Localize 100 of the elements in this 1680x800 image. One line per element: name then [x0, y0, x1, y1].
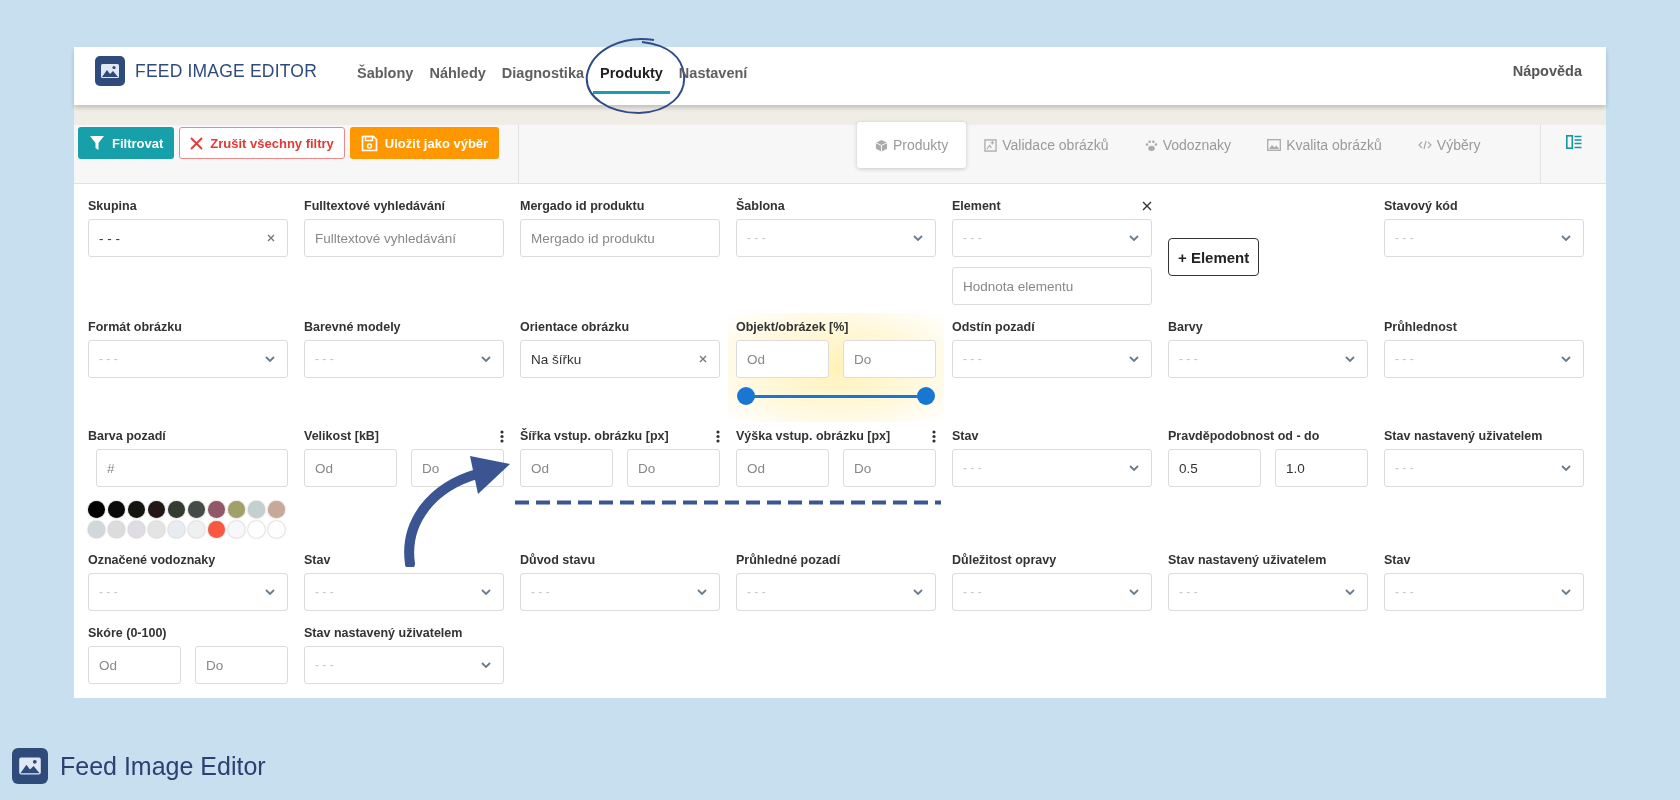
text-field[interactable]: 0.5 [1168, 449, 1261, 487]
color-swatch[interactable] [128, 501, 145, 518]
select-field[interactable]: - - - [1384, 340, 1584, 378]
app-name: Feed Image Editor [60, 751, 266, 781]
select-field[interactable]: - - - [952, 219, 1152, 257]
tab[interactable]: Produkty [857, 122, 967, 168]
select-field[interactable]: - - - [1384, 449, 1584, 487]
panel-toggle-icon[interactable] [1565, 135, 1582, 149]
tab[interactable]: Kvalita obrázků [1249, 122, 1400, 168]
tab[interactable]: Výběry [1399, 122, 1499, 168]
text-field[interactable]: Od [736, 449, 829, 487]
select-field[interactable]: - - - [520, 573, 720, 611]
select-field[interactable]: - - - [88, 340, 288, 378]
color-swatch[interactable] [208, 501, 225, 518]
color-swatch[interactable] [128, 521, 145, 538]
select-field[interactable]: - - - [88, 219, 288, 257]
color-swatch[interactable] [188, 521, 205, 538]
nav-link[interactable]: Náhledy [422, 58, 493, 94]
field-label: Důvod stavu [520, 553, 595, 567]
tab[interactable]: Validace obrázků [966, 122, 1127, 168]
color-swatch[interactable] [148, 501, 165, 518]
chevron-down-icon [1345, 588, 1355, 596]
text-field[interactable]: Hodnota elementu [952, 267, 1152, 305]
select-field[interactable]: - - - [952, 449, 1152, 487]
select-field[interactable]: - - - [304, 573, 504, 611]
field-label: Průhlednost [1384, 320, 1457, 334]
color-swatch[interactable] [168, 521, 185, 538]
chevron-down-icon [481, 661, 491, 669]
text-field[interactable]: Do [843, 340, 936, 378]
text-field[interactable]: Do [627, 449, 720, 487]
text-field[interactable]: Od [736, 340, 829, 378]
select-field[interactable]: - - - [1168, 340, 1368, 378]
slider-thumb[interactable] [917, 386, 935, 405]
color-swatch[interactable] [268, 521, 285, 538]
color-swatch[interactable] [228, 521, 245, 538]
nav-link[interactable]: Šablony [350, 58, 421, 94]
tab[interactable]: Vodoznaky [1126, 122, 1250, 168]
select-field[interactable]: - - - [1168, 573, 1368, 611]
field-label: Stav [952, 429, 979, 443]
text-field[interactable]: Do [843, 449, 936, 487]
more-icon[interactable] [932, 429, 936, 443]
color-swatch[interactable] [248, 521, 265, 538]
field-label: Barva pozadí [88, 429, 166, 443]
select-field[interactable]: - - - [736, 219, 936, 257]
clear-filters-button[interactable]: Zrušit všechny filtry [179, 127, 345, 159]
text-field[interactable]: Od [520, 449, 613, 487]
slider-thumb[interactable] [737, 386, 755, 405]
add-element-button[interactable]: + Element [1168, 238, 1260, 276]
nav-link[interactable]: Diagnostika [494, 58, 591, 94]
color-swatch[interactable] [148, 521, 165, 538]
color-swatch[interactable] [108, 501, 125, 518]
color-swatch[interactable] [108, 521, 125, 538]
select-field[interactable]: - - - [1384, 573, 1584, 611]
field-label: Stavový kód [1384, 199, 1458, 213]
select-field[interactable]: - - - [952, 340, 1152, 378]
select-field[interactable]: - - - [88, 573, 288, 611]
chevron-down-icon [1561, 355, 1571, 363]
field-label: Stav [1384, 553, 1411, 567]
more-icon[interactable] [716, 429, 720, 443]
text-field[interactable]: Fulltextové vyhledávání [304, 219, 504, 257]
chevron-down-icon [1561, 588, 1571, 596]
select-field[interactable]: - - - [952, 573, 1152, 611]
color-swatch[interactable] [88, 501, 105, 518]
more-icon[interactable] [500, 429, 504, 443]
color-swatch[interactable] [188, 501, 205, 518]
field-label: Skóre (0-100) [88, 626, 167, 640]
filter-button[interactable]: Filtrovat [78, 127, 175, 159]
select-field[interactable]: - - - [304, 646, 504, 684]
select-field[interactable]: - - - [1384, 219, 1584, 257]
close-icon [190, 136, 204, 150]
save-button[interactable]: Uložit jako výběr [349, 127, 500, 159]
chevron-down-icon [1345, 355, 1355, 363]
field-label: Stav [304, 553, 331, 567]
select-field[interactable]: - - - [304, 340, 504, 378]
image-check-icon [984, 138, 998, 152]
text-field[interactable]: Do [195, 646, 288, 684]
color-swatch[interactable] [88, 521, 105, 538]
chevron-down-icon [1129, 588, 1139, 596]
text-field[interactable]: # [96, 449, 288, 487]
select-field[interactable]: - - - [736, 573, 936, 611]
color-swatch[interactable] [208, 521, 225, 538]
chevron-down-icon [265, 355, 275, 363]
color-swatch[interactable] [268, 501, 285, 518]
close-icon[interactable] [1142, 201, 1152, 211]
image-logo-icon [95, 56, 125, 86]
select-field[interactable]: Na šířku [520, 340, 720, 378]
help-link[interactable]: Nápověda [1512, 63, 1582, 79]
text-field[interactable]: Od [88, 646, 181, 684]
chevron-down-icon [1561, 234, 1571, 242]
nav-link[interactable]: Produkty [593, 58, 670, 94]
field-label: Objekt/obrázek [%] [736, 320, 849, 334]
text-field[interactable]: 1.0 [1275, 449, 1368, 487]
clear-icon[interactable] [267, 234, 275, 242]
clear-icon[interactable] [699, 355, 707, 363]
color-swatch[interactable] [228, 501, 245, 518]
text-field[interactable]: Mergado id produktu [520, 219, 720, 257]
color-swatch[interactable] [168, 501, 185, 518]
paw-icon [1144, 138, 1158, 152]
color-swatch[interactable] [248, 501, 265, 518]
text-field[interactable]: Od [304, 449, 397, 487]
